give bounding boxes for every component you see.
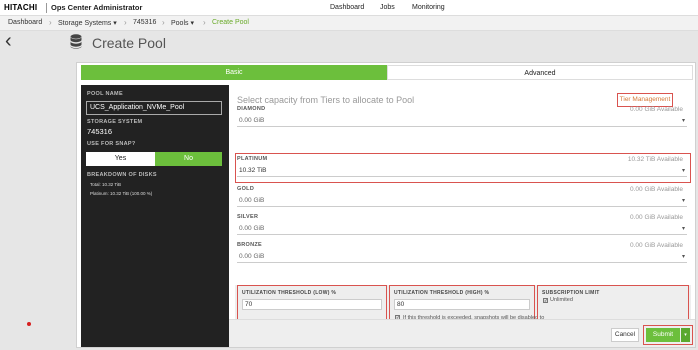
crumb-separator: › (162, 18, 165, 27)
crumb-create-pool: Create Pool (212, 19, 249, 26)
threshold-high-input[interactable]: 80 (394, 299, 530, 310)
tier-row-gold: GOLD 0.00 GiB Available 0.00 GiB ▾ (237, 185, 689, 211)
crumb-separator: › (203, 18, 206, 27)
tier-available: 0.00 GiB Available (630, 186, 683, 193)
tier-row-diamond: DIAMOND 0.00 GiB Available 0.00 GiB ▾ (237, 105, 689, 131)
tier-available: 0.00 GiB Available (630, 214, 683, 221)
crumb-storage-systems[interactable]: Storage Systems ▾ (58, 19, 117, 27)
tier-name: SILVER (237, 214, 259, 220)
tier-available: 10.32 TiB Available (627, 156, 683, 163)
chevron-down-icon: ▾ (681, 226, 685, 232)
tier-name: DIAMOND (237, 106, 266, 112)
brand-logo: HITACHI (4, 3, 38, 12)
tier-capacity-select[interactable]: 0.00 GiB ▾ (237, 251, 687, 263)
threshold-low-input[interactable]: 70 (242, 299, 382, 310)
tier-capacity-select[interactable]: 0.00 GiB ▾ (237, 223, 687, 235)
nav-dashboard[interactable]: Dashboard (330, 4, 364, 11)
tier-capacity-value: 0.00 GiB (239, 197, 265, 204)
tier-row-silver: SILVER 0.00 GiB Available 0.00 GiB ▾ (237, 213, 689, 239)
create-pool-panel: Basic Advanced POOL NAME UCS_Application… (76, 62, 696, 348)
tier-name: GOLD (237, 186, 255, 192)
pool-summary-sidebar: POOL NAME UCS_Application_NVMe_Pool STOR… (81, 85, 229, 347)
tier-capacity-value: 10.32 TiB (239, 167, 267, 174)
submit-button[interactable]: Submit (646, 328, 680, 342)
breakdown-platinum: Platinum: 10.32 TiB (100.00 %) (90, 191, 153, 196)
chevron-down-icon: ▾ (681, 254, 685, 260)
tier-row-platinum: PLATINUM 10.32 TiB Available 10.32 TiB ▾ (237, 155, 689, 181)
storage-system-label: STORAGE SYSTEM (87, 119, 143, 125)
crumb-storage-id[interactable]: 745316 (133, 19, 156, 26)
snap-no-toggle[interactable]: No (155, 152, 222, 166)
crumb-pools[interactable]: Pools ▾ (171, 19, 194, 27)
nav-jobs[interactable]: Jobs (380, 4, 395, 11)
brand-divider (46, 3, 47, 13)
use-for-snap-label: USE FOR SNAP? (87, 141, 136, 147)
tier-name: BRONZE (237, 242, 263, 248)
tier-capacity-value: 0.00 GiB (239, 225, 265, 232)
pool-name-label: POOL NAME (87, 91, 123, 97)
tab-bar: Basic Advanced (81, 65, 693, 80)
crumb-dashboard[interactable]: Dashboard (8, 19, 42, 26)
chevron-down-icon: ▾ (681, 168, 685, 174)
crumb-separator: › (124, 18, 127, 27)
app-name: Ops Center Administrator (51, 3, 143, 12)
tab-advanced[interactable]: Advanced (387, 65, 693, 80)
threshold-low-label: UTILIZATION THRESHOLD (LOW) % (242, 290, 337, 296)
top-bar: HITACHI Ops Center Administrator Dashboa… (0, 0, 698, 16)
tier-capacity-select[interactable]: 10.32 TiB ▾ (237, 165, 687, 177)
crumb-separator: › (49, 18, 52, 27)
form-footer: Cancel Submit ▾ (229, 319, 695, 347)
database-icon (70, 34, 82, 49)
nav-monitoring[interactable]: Monitoring (412, 4, 445, 11)
breakdown-label: BREAKDOWN OF DISKS (87, 172, 157, 178)
tier-allocation-area: Select capacity from Tiers to allocate t… (233, 85, 693, 347)
subscription-limit-label: SUBSCRIPTION LIMIT (542, 290, 600, 296)
unlimited-checkbox[interactable]: ✓ (543, 298, 548, 303)
tier-capacity-select[interactable]: 0.00 GiB ▾ (237, 115, 687, 127)
tier-capacity-value: 0.00 GiB (239, 117, 265, 124)
breadcrumb: Dashboard › Storage Systems ▾ › 745316 ›… (0, 16, 698, 31)
tier-capacity-value: 0.00 GiB (239, 253, 265, 260)
storage-system-value: 745316 (87, 127, 113, 136)
tier-available: 0.00 GiB Available (630, 242, 683, 249)
tier-headline: Select capacity from Tiers to allocate t… (237, 95, 415, 105)
tier-capacity-select[interactable]: 0.00 GiB ▾ (237, 195, 687, 207)
tier-name: PLATINUM (237, 156, 268, 162)
snap-yes-toggle[interactable]: Yes (86, 152, 155, 166)
breakdown-total: Total: 10.32 TiB (90, 182, 122, 187)
threshold-high-label: UTILIZATION THRESHOLD (HIGH) % (394, 290, 490, 296)
tab-basic[interactable]: Basic (81, 65, 387, 80)
tier-row-bronze: BRONZE 0.00 GiB Available 0.00 GiB ▾ (237, 241, 689, 267)
chevron-down-icon: ▾ (681, 118, 685, 124)
pool-name-input[interactable]: UCS_Application_NVMe_Pool (86, 101, 222, 115)
page-title: Create Pool (92, 35, 166, 51)
unlimited-label: Unlimited (550, 297, 573, 303)
submit-highlight: Submit ▾ (643, 325, 693, 345)
status-dot (27, 322, 31, 326)
tier-available: 0.00 GiB Available (630, 106, 683, 113)
chevron-down-icon[interactable]: ▾ (681, 328, 690, 342)
cancel-button[interactable]: Cancel (611, 328, 639, 342)
chevron-down-icon: ▾ (681, 198, 685, 204)
back-arrow-icon[interactable]: ‹ (5, 30, 12, 53)
